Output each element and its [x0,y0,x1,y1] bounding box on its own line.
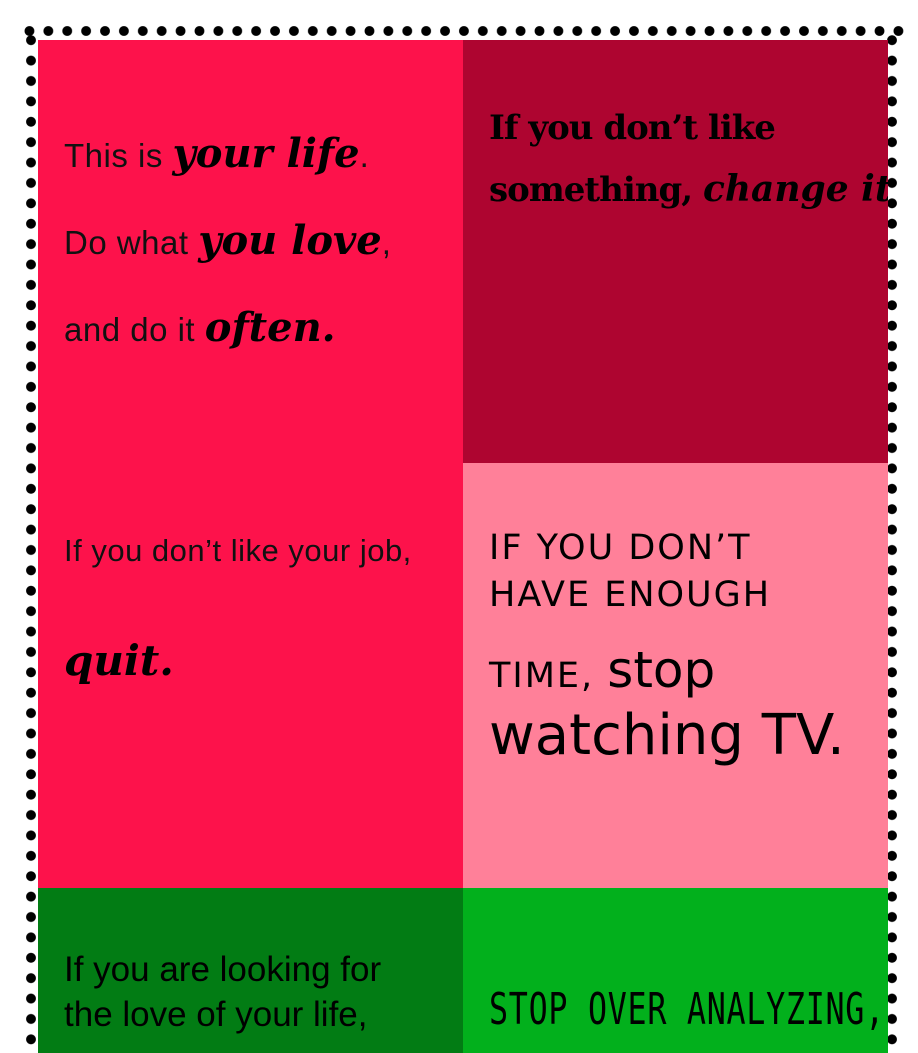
quote-line: If you are looking for [64,950,382,989]
quote-text: , [381,224,392,261]
quote-emphasis: change it. [702,168,888,210]
quote-line: something, change it. [489,168,888,210]
quote-emphasis: your life [172,130,360,177]
quote-emphasis: you love [198,217,382,264]
quote-line: If you don’t like your job, [64,533,412,568]
quote-line: the love of your life, [64,995,368,1034]
quote-emphasis: watching TV. [489,703,845,768]
quote-line: If you don’t like [489,108,776,148]
quote-panel-stop-watching-tv: IF YOU DON’T HAVE ENOUGH TIME, stop watc… [463,463,888,888]
quote-line: and do it often. [64,304,336,351]
quote-text: TIME, [489,656,608,696]
quote-text: and do it [64,311,205,348]
dotted-border-top [20,22,908,40]
quote-line: STOP OVER ANALYZING, [489,984,885,1035]
quote-text: This is [64,137,173,174]
quote-line: Do what you love, [64,217,391,264]
quote-line: TIME, stop [489,641,715,699]
quote-text: something, [489,170,703,210]
quote-emphasis: stop [607,641,716,699]
quote-emphasis: often. [204,304,336,351]
quote-line: This is your life. [64,130,369,177]
quote-emphasis: quit. [64,636,174,685]
quote-panel-your-life: This is your life. Do what you love, and… [38,40,463,888]
quote-panel-change-it: If you don’t like something, change it. [463,40,888,463]
quote-panel-love-of-your-life: If you are looking for the love of your … [38,888,463,1053]
quote-text: Do what [64,224,199,261]
quote-panel-stop-over-analyzing: STOP OVER ANALYZING, [463,888,888,1053]
quote-text: . [359,137,370,174]
quote-line: HAVE ENOUGH [489,575,772,615]
quote-line: IF YOU DON’T [489,528,752,568]
